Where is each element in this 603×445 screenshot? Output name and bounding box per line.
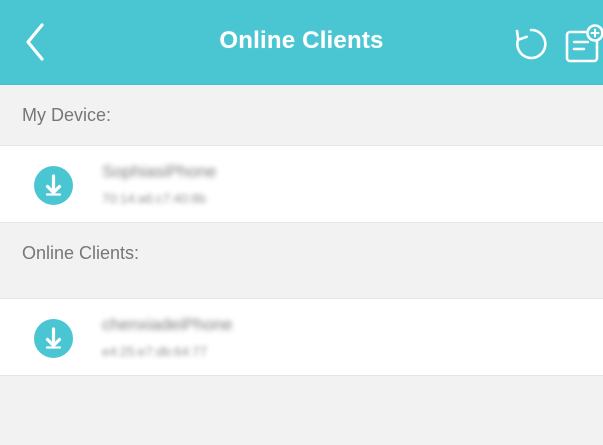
client-avatar bbox=[34, 319, 73, 358]
my-device-section-label: My Device: bbox=[0, 85, 603, 145]
client-mac-address: 70:14:a6:c7:40:8b bbox=[102, 191, 207, 206]
client-name: SophiasiPhone bbox=[102, 162, 217, 181]
client-name: chenxiadeiPhone bbox=[102, 315, 233, 334]
online-clients-section-label: Online Clients: bbox=[0, 223, 603, 283]
client-avatar bbox=[34, 166, 73, 205]
refresh-button[interactable] bbox=[511, 24, 551, 64]
my-device-client-row[interactable]: SophiasiPhone 70:14:a6:c7:40:8b bbox=[0, 145, 603, 223]
edit-button[interactable] bbox=[564, 19, 603, 68]
download-icon bbox=[45, 174, 62, 196]
edit-icon bbox=[565, 24, 603, 63]
download-icon bbox=[45, 327, 62, 349]
online-clients-screen: Online Clients My Device: SophiasiPhone … bbox=[0, 0, 603, 445]
client-mac-address: e4:25:e7:db:64:77 bbox=[102, 344, 207, 359]
refresh-icon bbox=[515, 28, 547, 60]
app-header: Online Clients bbox=[0, 0, 603, 85]
online-client-row[interactable]: chenxiadeiPhone e4:25:e7:db:64:77 bbox=[0, 298, 603, 376]
empty-list-area bbox=[0, 376, 603, 445]
